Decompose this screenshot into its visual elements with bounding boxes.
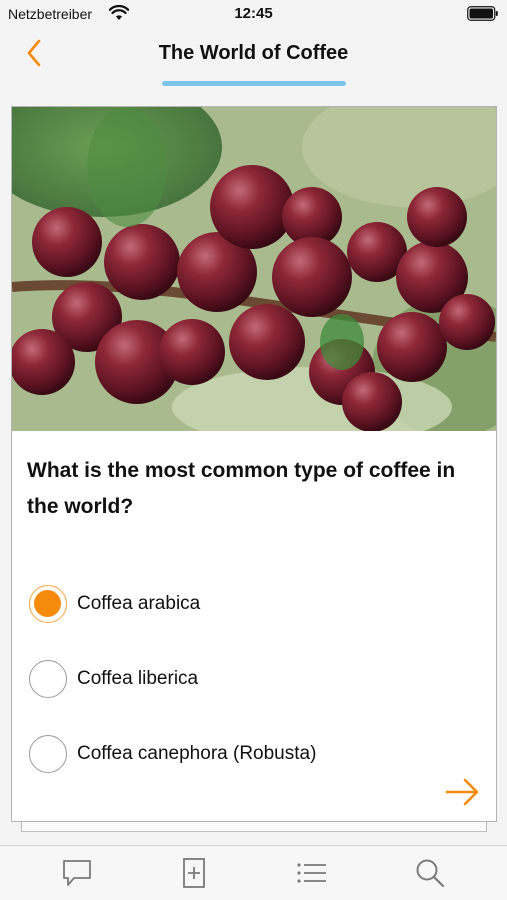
tab-search[interactable] (413, 856, 447, 890)
answer-label: Coffea canephora (Robusta) (77, 743, 317, 764)
status-bar: Netzbetreiber 12:45 (0, 0, 507, 28)
tab-chat[interactable] (60, 856, 94, 890)
coffee-cherries-image (12, 107, 496, 431)
list-icon (297, 863, 326, 883)
page-title: The World of Coffee (158, 42, 349, 64)
answer-option-2[interactable]: Coffea liberica (29, 658, 469, 702)
radio-button[interactable] (29, 735, 67, 773)
question-text: What is the most common type of coffee i… (27, 459, 456, 518)
nav-bar: The World of Coffee (0, 28, 507, 88)
quiz-progress-fill (162, 81, 346, 86)
tab-bar (0, 845, 507, 900)
search-icon (416, 859, 445, 888)
coffee-cherries-illustration (12, 107, 496, 431)
quiz-card: What is the most common type of coffee i… (11, 106, 497, 822)
status-time: 12:45 (234, 5, 273, 22)
battery-icon (467, 6, 498, 21)
answer-option-1[interactable]: Coffea arabica (29, 583, 469, 627)
tab-add[interactable] (177, 856, 211, 890)
answer-label: Coffea liberica (77, 668, 199, 689)
next-button[interactable] (445, 777, 481, 807)
quiz-progress-bar (162, 81, 346, 86)
radio-button[interactable] (29, 585, 67, 623)
speech-bubble-icon (63, 860, 91, 886)
answer-option-3[interactable]: Coffea canephora (Robusta) (29, 733, 469, 777)
arrow-right-icon (445, 778, 479, 806)
add-document-icon (183, 858, 205, 888)
answer-label: Coffea arabica (77, 593, 201, 614)
radio-button[interactable] (29, 660, 67, 698)
tab-list[interactable] (295, 856, 329, 890)
